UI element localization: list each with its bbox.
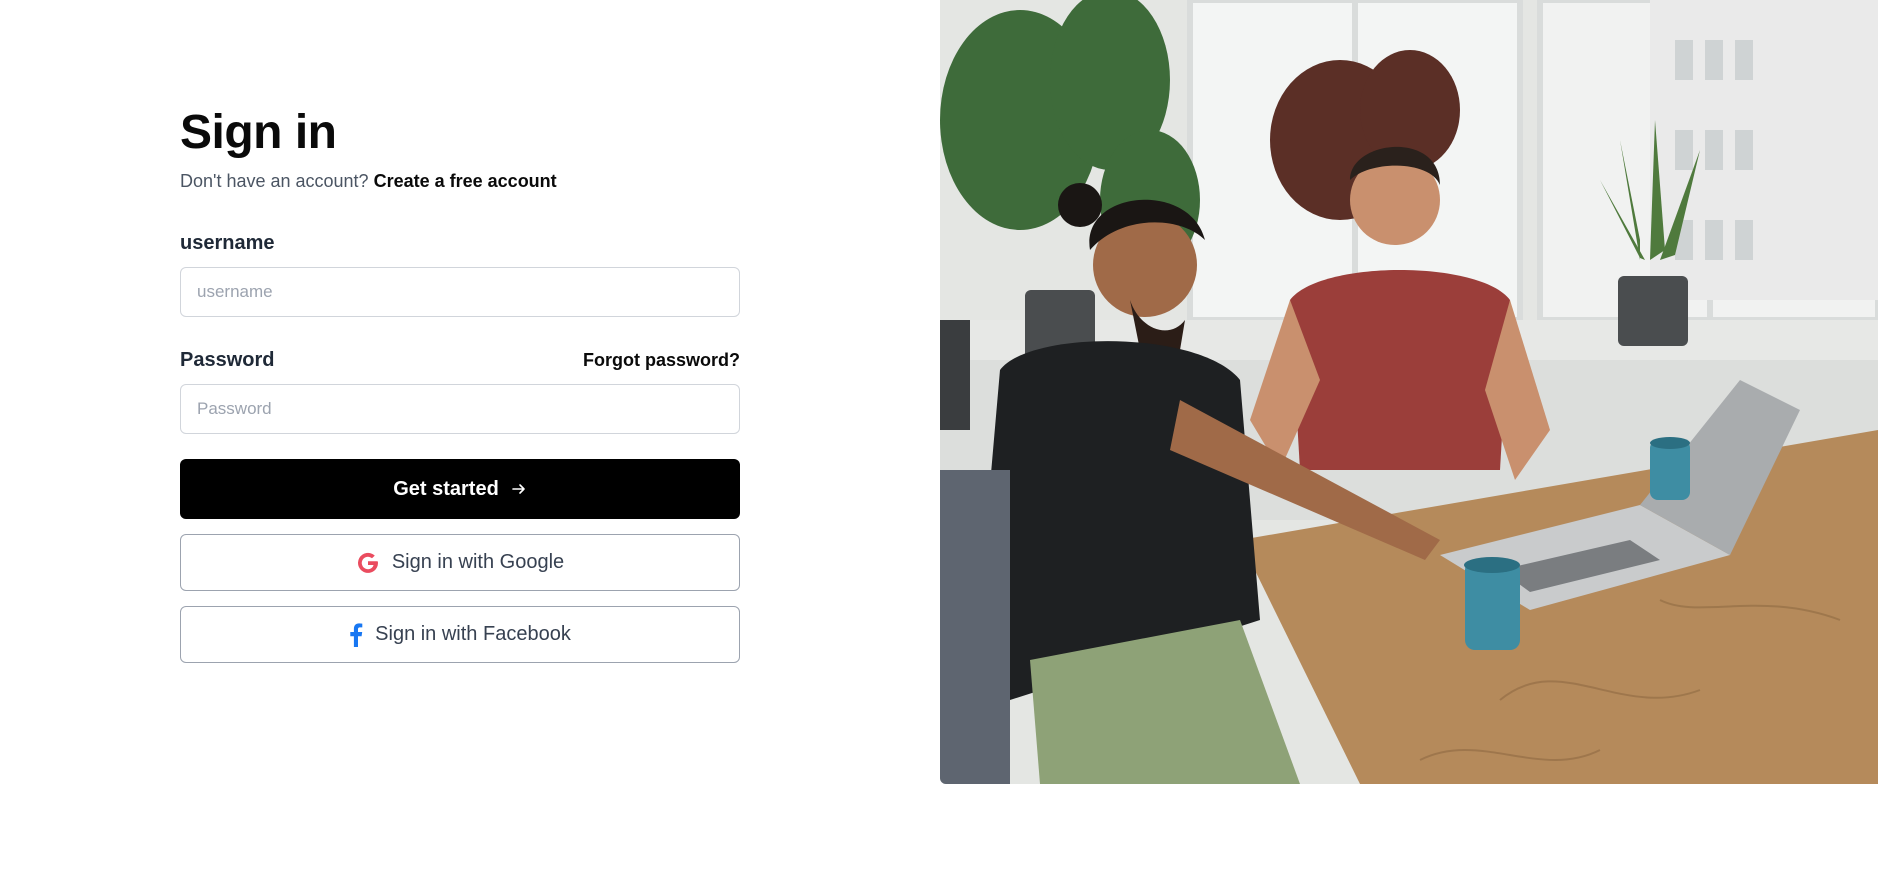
google-sign-in-label: Sign in with Google xyxy=(391,551,565,573)
page-title: Sign in xyxy=(180,106,337,159)
google-icon xyxy=(356,551,380,575)
google-sign-in-button[interactable]: Sign in with Google xyxy=(180,534,740,591)
facebook-sign-in-button[interactable]: Sign in with Facebook xyxy=(180,606,740,663)
get-started-button[interactable]: Get started xyxy=(180,459,740,519)
arrow-right-icon xyxy=(511,481,527,497)
password-input[interactable] xyxy=(180,384,740,434)
create-account-link[interactable]: Create a free account xyxy=(374,171,557,191)
get-started-label: Get started xyxy=(393,477,499,500)
sign-in-form: Sign in Don't have an account? Create a … xyxy=(180,105,740,663)
username-input[interactable] xyxy=(180,267,740,317)
sign-in-panel: Sign in Don't have an account? Create a … xyxy=(0,0,940,878)
signup-prompt: Don't have an account? Create a free acc… xyxy=(180,169,740,193)
facebook-sign-in-label: Sign in with Facebook xyxy=(375,623,571,645)
facebook-icon xyxy=(349,622,363,647)
forgot-password-link[interactable]: Forgot password? xyxy=(583,350,740,371)
two-people-working-at-laptop-photo xyxy=(940,0,1878,784)
password-label-row: Password Forgot password? xyxy=(180,347,740,373)
hero-photo xyxy=(940,0,1878,784)
password-label: Password xyxy=(180,349,275,371)
username-label: username xyxy=(180,232,275,254)
signup-prompt-text: Don't have an account? xyxy=(180,171,369,191)
